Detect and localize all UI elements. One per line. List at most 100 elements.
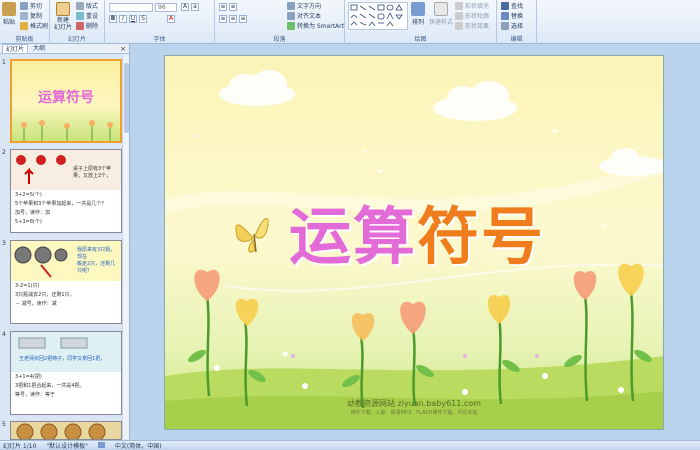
italic-button[interactable]: I xyxy=(119,15,127,23)
thumb-flowers xyxy=(21,120,113,141)
spellcheck-icon[interactable] xyxy=(97,442,105,448)
new-slide-button[interactable]: 新建 幻灯片 xyxy=(54,2,72,31)
thumb-number: 1 xyxy=(2,59,6,66)
thumb-number: 3 xyxy=(2,240,6,247)
shape-outline-button[interactable]: 形状轮廓 xyxy=(455,11,489,20)
font-color-button[interactable]: A xyxy=(167,15,175,23)
format-painter-button[interactable]: 格式刷 xyxy=(20,21,48,30)
scrollbar-thumb[interactable] xyxy=(124,63,129,133)
thumb-image: 王老师买回2把椅子，同学又拿回1把， xyxy=(11,332,121,372)
slide-title[interactable]: 运算符号 xyxy=(289,186,545,276)
bullets-button[interactable]: ≡ xyxy=(219,3,227,11)
scissors-icon xyxy=(20,1,28,10)
slide-thumbnail-5[interactable] xyxy=(10,421,122,440)
title-part-2: 符号 xyxy=(417,200,546,273)
slide-thumbnail-2[interactable]: 桌子上原有3个苹果，又放上2个， 3+2=5(个) 5个苹果和3个苹果加起来，一… xyxy=(10,149,122,233)
panel-scrollbar[interactable] xyxy=(122,55,129,439)
slide-1[interactable]: 运算符号 幼教资源网站 ziyuan.baby611.com 课件下载、儿歌、故… xyxy=(164,55,664,430)
slides-group: 新建 幻灯片 版式 重设 删除 幻灯片 xyxy=(50,0,105,44)
tab-slides[interactable]: 幻灯片 xyxy=(2,44,29,53)
quick-styles-icon xyxy=(434,2,448,16)
arrange-button[interactable]: 排列 xyxy=(411,2,425,26)
binoculars-icon xyxy=(501,1,509,10)
drawing-group: 排列 快速样式 形状填充 形状轮廓 形状效果 绘图 xyxy=(345,0,497,44)
editing-label: 编辑 xyxy=(510,36,523,43)
butterfly-icon xyxy=(235,218,269,253)
editing-group: 查找 替换 选择 编辑 xyxy=(497,0,537,44)
replace-button[interactable]: 替换 xyxy=(501,11,523,20)
shapes-gallery[interactable] xyxy=(348,2,408,30)
slide-thumbnail-1[interactable]: 运算符号 xyxy=(10,59,122,143)
shape-fill-button[interactable]: 形状填充 xyxy=(455,1,489,10)
status-bar: 幻灯片 1/10 "默认设计模板" 中文(简体，中国) xyxy=(0,440,700,450)
cloud-icon xyxy=(219,70,663,176)
shrink-font-button[interactable]: a xyxy=(191,3,199,11)
slides-panel: 幻灯片 大纲 × 1 运算符号 2 桌子上原有3个苹果，又放上2个， 3+2=5… xyxy=(0,44,130,440)
reset-icon xyxy=(76,11,84,20)
cookies-icon xyxy=(16,423,106,439)
editing-canvas: 运算符号 幼教资源网站 ziyuan.baby611.com 课件下载、儿歌、故… xyxy=(131,44,700,440)
theme-name: "默认设计模板" xyxy=(46,442,88,450)
slide-thumbnail-4[interactable]: 王老师买回2把椅子，同学又拿回1把， 3+1=4(把) 3把和1把合起来，一共是… xyxy=(10,331,122,415)
slide-footer: 幼教资源网站 ziyuan.baby611.com xyxy=(347,399,481,408)
align-text-button[interactable]: 对齐文本 xyxy=(287,11,321,20)
text-direction-button[interactable]: 文字方向 xyxy=(287,1,321,10)
numbering-button[interactable]: ≡ xyxy=(229,3,237,11)
strikethrough-button[interactable]: S xyxy=(139,15,147,23)
cut-button[interactable]: 剪切 xyxy=(20,1,42,10)
effects-icon xyxy=(455,21,463,30)
grow-font-button[interactable]: A xyxy=(181,3,189,11)
reset-button[interactable]: 重设 xyxy=(76,11,98,20)
bold-button[interactable]: B xyxy=(109,15,117,23)
find-button[interactable]: 查找 xyxy=(501,1,523,10)
font-label: 字体 xyxy=(153,36,166,43)
thumb-image: 我原来有3只瓶，现在 搬走2只，还剩几只呢？ xyxy=(11,241,121,281)
brush-icon xyxy=(20,21,28,30)
thumb-number: 4 xyxy=(2,331,6,338)
arrange-icon xyxy=(411,2,425,16)
smartart-icon xyxy=(287,21,295,30)
replace-icon xyxy=(501,11,509,20)
align-text-icon xyxy=(287,11,295,20)
thumb-image: 桌子上原有3个苹果，又放上2个， xyxy=(11,150,121,190)
title-part-1: 运算 xyxy=(289,200,418,273)
layout-icon xyxy=(76,1,84,10)
clipboard-group: 粘贴 剪切 复制 格式刷 剪贴板 xyxy=(0,0,50,44)
close-icon[interactable]: × xyxy=(120,45,126,53)
delete-button[interactable]: 删除 xyxy=(76,21,98,30)
font-size-combo[interactable]: 96 xyxy=(155,3,177,12)
tab-outline[interactable]: 大纲 xyxy=(30,44,48,53)
drawing-label: 绘图 xyxy=(414,36,427,43)
smartart-button[interactable]: 转换为 SmartArt xyxy=(287,21,344,30)
paste-button[interactable]: 粘贴 xyxy=(2,2,16,26)
fill-bucket-icon xyxy=(455,1,463,10)
language[interactable]: 中文(简体，中国) xyxy=(115,441,162,450)
slides-label: 幻灯片 xyxy=(67,36,86,43)
copy-button[interactable]: 复制 xyxy=(20,11,42,20)
new-slide-icon xyxy=(56,2,70,16)
select-button[interactable]: 选择 xyxy=(501,21,523,30)
clipboard-label: 剪贴板 xyxy=(15,36,34,43)
align-left-button[interactable]: ≡ xyxy=(219,15,227,23)
cursor-icon xyxy=(501,21,509,30)
thumb-number: 2 xyxy=(2,149,6,156)
thumb-number: 5 xyxy=(2,421,6,428)
ribbon: 粘贴 剪切 复制 格式刷 剪贴板 新建 幻灯片 版式 重设 删除 幻灯片 96 … xyxy=(0,0,700,44)
font-name-combo[interactable] xyxy=(109,3,153,12)
align-right-button[interactable]: ≡ xyxy=(239,15,247,23)
quick-styles-button[interactable]: 快速样式 xyxy=(429,2,453,26)
paragraph-label: 段落 xyxy=(273,36,286,43)
align-center-button[interactable]: ≡ xyxy=(229,15,237,23)
shape-effects-button[interactable]: 形状效果 xyxy=(455,21,489,30)
slide-footer-sub: 课件下载、儿歌、故事MP3、FLASH课件下载，尽在本站 xyxy=(350,410,478,416)
layout-button[interactable]: 版式 xyxy=(76,1,98,10)
thumb-title: 运算符号 xyxy=(38,90,94,106)
books-icon xyxy=(18,337,88,349)
underline-button[interactable]: U xyxy=(129,15,137,23)
pen-icon xyxy=(455,11,463,20)
slide-thumbnail-3[interactable]: 我原来有3只瓶，现在 搬走2只，还剩几只呢？ 3-2=1(只) 3只瓶减去2只，… xyxy=(10,240,122,324)
text-direction-icon xyxy=(287,1,295,10)
panel-tabs: 幻灯片 大纲 × xyxy=(0,44,129,54)
coins-icon xyxy=(14,246,68,278)
delete-icon xyxy=(76,21,84,30)
